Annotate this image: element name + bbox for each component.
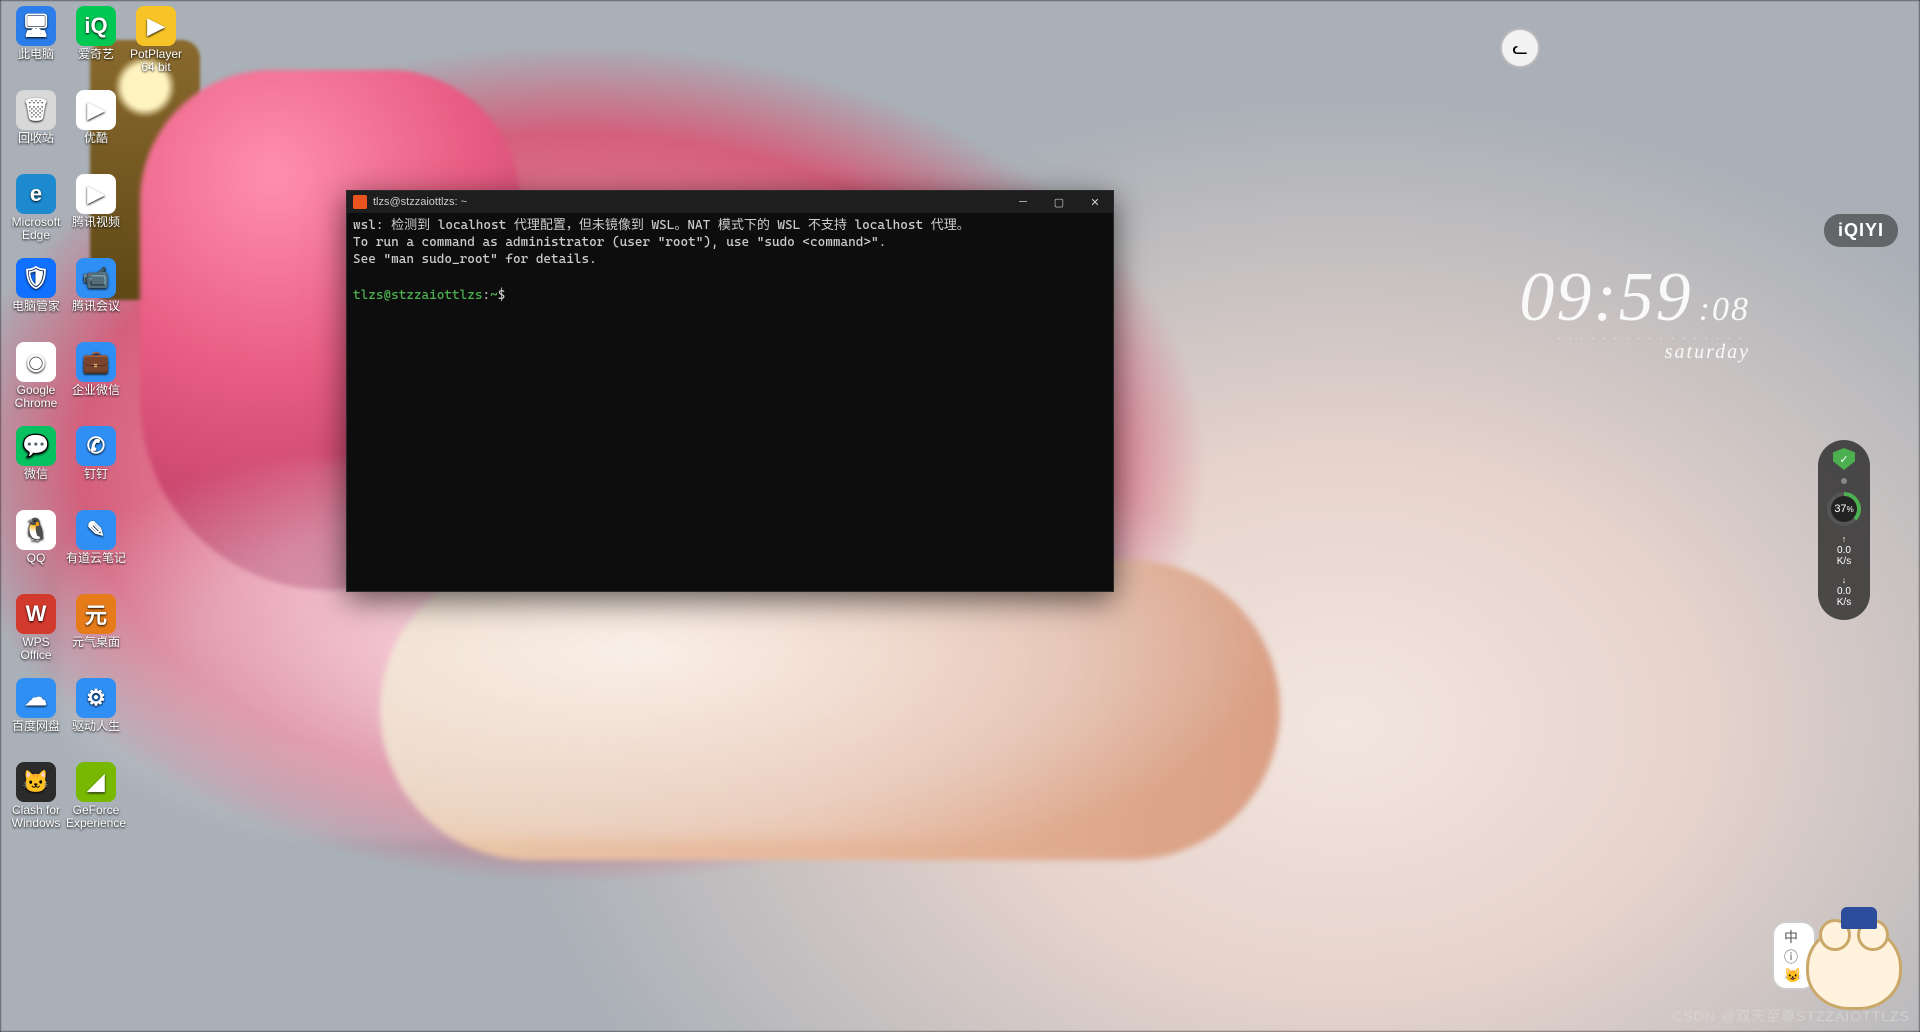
desktop-icon[interactable]: ◉Google Chrome <box>6 342 66 422</box>
iqiyi-floater[interactable]: iQIYI <box>1824 214 1898 247</box>
clock-hours: 09 <box>1519 268 1593 328</box>
desktop-icon-potplayer[interactable]: ▶ PotPlayer 64 bit <box>126 6 186 74</box>
cat-head-widget[interactable]: ᓚ <box>1500 28 1540 68</box>
icon-label: 驱动人生 <box>72 720 120 733</box>
desktop-icon[interactable]: iQ 爱奇艺 <box>66 6 126 86</box>
icon-label: 腾讯视频 <box>72 216 120 229</box>
app-icon: 💬 <box>16 426 56 466</box>
app-icon: ◢ <box>76 762 116 802</box>
app-icon: ✆ <box>76 426 116 466</box>
app-icon: 元 <box>76 594 116 634</box>
icon-label: GeForce Experience <box>66 804 126 830</box>
clock-dots: ················· <box>1519 334 1750 345</box>
desktop-icon[interactable]: 🛡 电脑管家 <box>6 258 66 338</box>
prompt-user: tlzs@stzzaiottlzs <box>353 288 483 303</box>
app-icon: 📹 <box>76 258 116 298</box>
desktop-icon[interactable]: 📹 腾讯会议 <box>66 258 126 338</box>
app-icon: ▶ <box>136 6 176 46</box>
desktop-icon[interactable]: ✎ 有道云笔记 <box>66 510 126 590</box>
shield-icon: ✓ <box>1833 448 1855 470</box>
icon-label: 百度网盘 <box>12 720 60 733</box>
close-button[interactable]: ✕ <box>1077 191 1113 213</box>
icon-label: 回收站 <box>18 132 54 145</box>
terminal-title: tlzs@stzzaiottlzs: ~ <box>373 196 467 208</box>
terminal-cursor <box>513 285 520 299</box>
desktop-icon[interactable]: ◢GeForce Experience <box>66 762 126 842</box>
icon-label: 有道云笔记 <box>66 552 126 565</box>
app-icon: e <box>16 174 56 214</box>
terminal-line: To run a command as administrator (user … <box>353 235 886 250</box>
minimize-button[interactable]: ─ <box>1005 191 1041 213</box>
desktop-mascot[interactable]: 中 ⓘ 😺 <box>1772 900 1902 1010</box>
clock-widget: 09:59:08 ················· saturday <box>1519 268 1750 364</box>
net-upload: ↑0.0K/s <box>1837 534 1851 567</box>
app-icon: 🐧 <box>16 510 56 550</box>
desktop-icon[interactable]: 💬 微信 <box>6 426 66 506</box>
icon-label: 电脑管家 <box>12 300 60 313</box>
system-monitor-widget[interactable]: ✓ 37% ↑0.0K/s ↓0.0K/s <box>1818 440 1870 620</box>
app-icon: ☁ <box>16 678 56 718</box>
app-icon: ✎ <box>76 510 116 550</box>
prompt-path: ~ <box>490 288 498 303</box>
app-icon: ▶ <box>76 90 116 130</box>
terminal-line: See "man sudo_root" for details. <box>353 252 597 267</box>
icon-label: Google Chrome <box>6 384 66 410</box>
icon-label: 爱奇艺 <box>78 48 114 61</box>
icon-label: WPS Office <box>6 636 66 662</box>
net-download: ↓0.0K/s <box>1837 575 1851 608</box>
terminal-line: wsl: 检测到 localhost 代理配置，但未镜像到 WSL。NAT 模式… <box>353 218 970 233</box>
icon-label: 企业微信 <box>72 384 120 397</box>
icon-label: 微信 <box>24 468 48 481</box>
cpu-ring: 37% <box>1827 492 1861 526</box>
icon-label: 优酷 <box>84 132 108 145</box>
icon-label: QQ <box>27 552 46 565</box>
icon-label: 此电脑 <box>18 48 54 61</box>
hat-icon <box>1841 907 1877 929</box>
iqiyi-label: iQIYI <box>1838 220 1884 240</box>
app-icon: 🛡 <box>16 258 56 298</box>
clock-seconds: 08 <box>1712 291 1750 328</box>
desktop-icon[interactable]: 🐱Clash for Windows <box>6 762 66 842</box>
desktop-icon[interactable]: ☁ 百度网盘 <box>6 678 66 758</box>
desktop-icon[interactable]: eMicrosoft Edge <box>6 174 66 254</box>
desktop-icon[interactable]: ⚙ 驱动人生 <box>66 678 126 758</box>
ubuntu-icon <box>353 195 367 209</box>
watermark: CSDN @双天至尊STZZAIOTTLZS <box>1672 1006 1910 1026</box>
app-icon: 🐱 <box>16 762 56 802</box>
desktop-icon[interactable]: 🗑 回收站 <box>6 90 66 170</box>
app-icon: W <box>16 594 56 634</box>
desktop-icon[interactable]: WWPS Office <box>6 594 66 674</box>
terminal-body[interactable]: wsl: 检测到 localhost 代理配置，但未镜像到 WSL。NAT 模式… <box>349 215 1111 589</box>
icon-label: 钉钉 <box>84 468 108 481</box>
desktop-icon[interactable]: 🖥 此电脑 <box>6 6 66 86</box>
icon-label: Clash for Windows <box>6 804 66 830</box>
maximize-button[interactable]: ▢ <box>1041 191 1077 213</box>
app-icon: ⚙ <box>76 678 116 718</box>
desktop-icon[interactable]: 💼 企业微信 <box>66 342 126 422</box>
desktop-icon[interactable]: 元元气桌面 <box>66 594 126 674</box>
mascot-body <box>1806 924 1902 1010</box>
app-icon: ▶ <box>76 174 116 214</box>
desktop-icon[interactable]: 🐧 QQ <box>6 510 66 590</box>
desktop-icon-grid: 🖥此电脑iQ爱奇艺🗑回收站▶优酷eMicrosoft Edge▶腾讯视频🛡电脑管… <box>6 6 126 842</box>
dot-icon <box>1841 478 1847 484</box>
terminal-window[interactable]: tlzs@stzzaiottlzs: ~ ─ ▢ ✕ wsl: 检测到 loca… <box>346 190 1114 592</box>
icon-label: 腾讯会议 <box>72 300 120 313</box>
app-icon: iQ <box>76 6 116 46</box>
app-icon: ◉ <box>16 342 56 382</box>
icon-label: 元气桌面 <box>72 636 120 649</box>
clock-minutes: 59 <box>1619 268 1693 328</box>
desktop-icon[interactable]: ✆ 钉钉 <box>66 426 126 506</box>
terminal-titlebar[interactable]: tlzs@stzzaiottlzs: ~ ─ ▢ ✕ <box>347 191 1113 213</box>
icon-label: Microsoft Edge <box>6 216 66 242</box>
desktop-icon[interactable]: ▶ 优酷 <box>66 90 126 170</box>
desktop-icon[interactable]: ▶ 腾讯视频 <box>66 174 126 254</box>
icon-label: PotPlayer 64 bit <box>126 48 186 74</box>
app-icon: 💼 <box>76 342 116 382</box>
app-icon: 🖥 <box>16 6 56 46</box>
app-icon: 🗑 <box>16 90 56 130</box>
